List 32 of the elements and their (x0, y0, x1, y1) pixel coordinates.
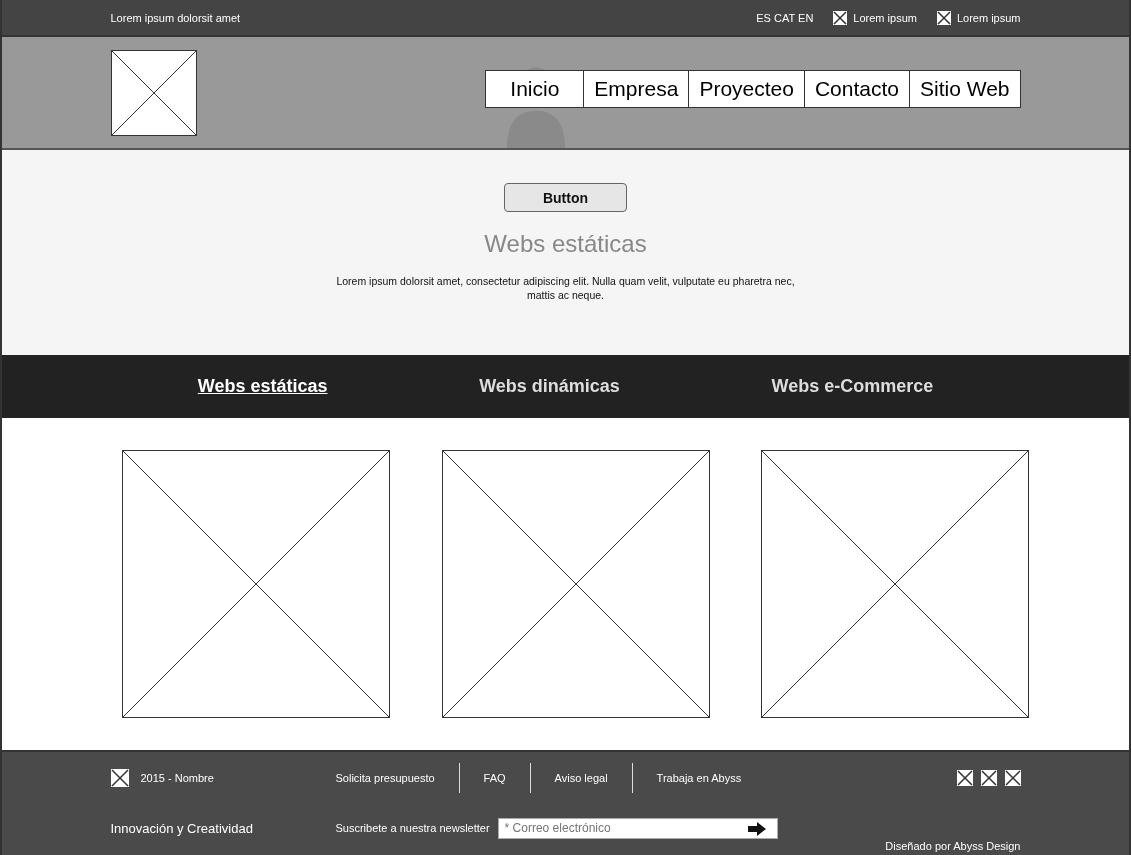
tab[interactable]: Webs estáticas (167, 376, 358, 397)
copyright-text: 2015 - Nombre (140, 772, 214, 784)
image-placeholder-icon (110, 769, 129, 787)
top-link[interactable]: Lorem ipsum (833, 10, 917, 25)
nav-link[interactable]: Empresa (583, 69, 690, 108)
tab[interactable]: Webs e-Commerce (741, 376, 964, 397)
hero-button[interactable]: Button (504, 183, 627, 212)
nav-link[interactable]: Proyecteo (688, 69, 805, 108)
arrow-right-icon[interactable] (747, 821, 766, 836)
slogan: Innovación y Creatividad (110, 820, 254, 836)
social-icon[interactable] (956, 770, 973, 786)
image-placeholder-icon (833, 10, 848, 25)
section-description: Lorem ipsum dolorsit amet, consectetur adipiscing elit. Nulla quam velit, vulputate eu pharetra nec, mattis ac neque. (335, 274, 796, 302)
footer-link[interactable]: Trabaja en Abyss (656, 772, 742, 784)
tagline: Lorem ipsum dolorsit amet (110, 11, 241, 24)
footer-link[interactable]: FAQ (483, 772, 506, 784)
newsletter-label: Suscribete a nuestra newsletter (335, 822, 490, 834)
image-placeholder-icon (936, 10, 951, 25)
email-field[interactable]: * Correo electrónico (497, 817, 778, 839)
tab[interactable]: Webs dinámicas (449, 376, 650, 397)
social-icon[interactable] (980, 770, 997, 786)
footer-link[interactable]: Solicita presupuesto (335, 772, 435, 784)
logo-placeholder-icon (110, 49, 197, 136)
section-title: Webs estáticas (484, 230, 647, 258)
top-link[interactable]: Lorem ipsum (936, 10, 1021, 25)
credit-text: Diseñado por Abyss Design (885, 840, 1021, 852)
footer-link[interactable]: Aviso legal (554, 772, 608, 784)
nav-link[interactable]: Inicio (485, 69, 585, 108)
social-icon[interactable] (1004, 770, 1021, 786)
nav-link[interactable]: Sitio Web (909, 69, 1021, 108)
language-links[interactable]: ES CAT EN (756, 11, 814, 24)
nav-link[interactable]: Contacto (803, 69, 910, 108)
